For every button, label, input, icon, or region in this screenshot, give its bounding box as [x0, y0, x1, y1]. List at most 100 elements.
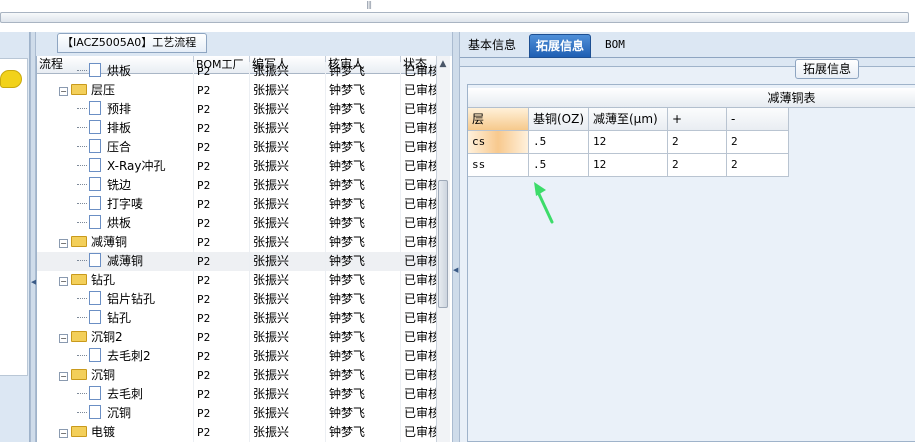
status-cell: 已审核: [401, 100, 436, 119]
table-row[interactable]: 去毛刺2 P2张振兴钟梦飞已审核: [37, 347, 436, 366]
writer-cell: 张振兴: [250, 157, 326, 176]
column-header-thin-to[interactable]: 减薄至(μm): [589, 108, 668, 131]
scroll-up-arrow-icon[interactable]: ▲: [437, 58, 449, 70]
expand-toggle-icon[interactable]: −: [59, 334, 68, 343]
flow-cell: − 沉铜: [37, 366, 194, 385]
table-cell[interactable]: 12: [589, 131, 668, 154]
table-row[interactable]: 预排 P2张振兴钟梦飞已审核: [37, 100, 436, 119]
expand-toggle-icon[interactable]: −: [59, 372, 68, 381]
column-header-plus[interactable]: +: [668, 108, 727, 131]
status-cell: 已审核: [401, 404, 436, 423]
table-row[interactable]: 排板 P2张振兴钟梦飞已审核: [37, 119, 436, 138]
table-row[interactable]: − 沉铜2 P2张振兴钟梦飞已审核: [37, 328, 436, 347]
bom-cell: P2: [194, 290, 250, 309]
table-row[interactable]: 烘板 P2张振兴钟梦飞已审核: [37, 62, 436, 81]
flow-label: 钻孔: [107, 311, 132, 325]
table-cell[interactable]: .5: [529, 154, 589, 177]
section-caption: 拓展信息: [795, 59, 859, 79]
collapse-arrow-icon[interactable]: ◀: [453, 265, 459, 275]
checker-cell: 钟梦飞: [326, 176, 401, 195]
bom-cell: P2: [194, 119, 250, 138]
table-cell[interactable]: 2: [727, 131, 789, 154]
flow-cell: 铣边: [37, 176, 194, 195]
folder-icon: [71, 369, 87, 380]
expand-toggle-icon[interactable]: −: [59, 87, 68, 96]
left-pane-content: [0, 58, 28, 376]
tab-extended-info[interactable]: 拓展信息: [529, 34, 592, 58]
expand-toggle-icon[interactable]: −: [59, 277, 68, 286]
tree-connector: [77, 412, 87, 413]
flow-label: 打字唛: [107, 197, 144, 211]
flow-label: 减薄铜: [91, 235, 128, 249]
scrollbar-thumb[interactable]: [438, 180, 448, 308]
folder-icon: [71, 426, 87, 437]
tab-bom[interactable]: BOM: [599, 34, 631, 58]
file-icon: [89, 348, 101, 362]
table-cell[interactable]: .5: [529, 131, 589, 154]
table-row[interactable]: 打字唛 P2张振兴钟梦飞已审核: [37, 195, 436, 214]
column-header-base-copper[interactable]: 基铜(OZ): [529, 108, 589, 131]
table-row[interactable]: 压合 P2张振兴钟梦飞已审核: [37, 138, 436, 157]
table-row[interactable]: − 钻孔 P2张振兴钟梦飞已审核: [37, 271, 436, 290]
table-row[interactable]: 钻孔 P2张振兴钟梦飞已审核: [37, 309, 436, 328]
table-row[interactable]: X-Ray冲孔 P2张振兴钟梦飞已审核: [37, 157, 436, 176]
table-cell[interactable]: ss: [468, 154, 529, 177]
table-cell[interactable]: 2: [668, 154, 727, 177]
flow-cell: X-Ray冲孔: [37, 157, 194, 176]
table-row[interactable]: − 减薄铜 P2张振兴钟梦飞已审核: [37, 233, 436, 252]
bom-cell: P2: [194, 328, 250, 347]
horizontal-splitter-bar[interactable]: [0, 12, 909, 23]
table-row[interactable]: 铝片钻孔 P2张振兴钟梦飞已审核: [37, 290, 436, 309]
bom-cell: P2: [194, 271, 250, 290]
table-row[interactable]: 去毛刺 P2张振兴钟梦飞已审核: [37, 385, 436, 404]
bom-cell: P2: [194, 309, 250, 328]
table-cell[interactable]: cs: [468, 131, 529, 154]
flow-cell: − 层压: [37, 81, 194, 100]
tab-basic-info[interactable]: 基本信息: [462, 34, 522, 58]
checker-cell: 钟梦飞: [326, 404, 401, 423]
flow-cell: − 钻孔: [37, 271, 194, 290]
tree-connector: [77, 222, 87, 223]
status-cell: 已审核: [401, 271, 436, 290]
process-panel-tab[interactable]: 【IACZ5005A0】工艺流程: [57, 33, 207, 53]
checker-cell: 钟梦飞: [326, 366, 401, 385]
file-icon: [89, 291, 101, 305]
middle-splitter[interactable]: [452, 32, 460, 442]
status-cell: 已审核: [401, 423, 436, 442]
app-window: ||| ◀ 【IACZ5005A0】工艺流程 流程 BOM工厂 编写人 核审人 …: [0, 0, 915, 442]
checker-cell: 钟梦飞: [326, 100, 401, 119]
table-cell[interactable]: 12: [589, 154, 668, 177]
checker-cell: 钟梦飞: [326, 214, 401, 233]
writer-cell: 张振兴: [250, 309, 326, 328]
flow-label: 沉铜: [91, 368, 116, 382]
collapse-arrow-icon[interactable]: ◀: [31, 277, 36, 287]
status-cell: 已审核: [401, 62, 436, 81]
writer-cell: 张振兴: [250, 271, 326, 290]
tree-connector: [77, 355, 87, 356]
table-row[interactable]: − 层压 P2张振兴钟梦飞已审核: [37, 81, 436, 100]
flow-label: 沉铜: [107, 406, 132, 420]
flow-cell: 烘板: [37, 214, 194, 233]
checker-cell: 钟梦飞: [326, 328, 401, 347]
chat-bubble-icon[interactable]: [0, 70, 22, 88]
expand-toggle-icon[interactable]: −: [59, 429, 68, 438]
table-cell[interactable]: 2: [727, 154, 789, 177]
flow-label: X-Ray冲孔: [107, 159, 166, 173]
writer-cell: 张振兴: [250, 423, 326, 442]
column-header-minus[interactable]: -: [727, 108, 789, 131]
table-row[interactable]: − 电镀 P2张振兴钟梦飞已审核: [37, 423, 436, 442]
column-header-layer[interactable]: 层: [468, 108, 529, 131]
table-row[interactable]: − 沉铜 P2张振兴钟梦飞已审核: [37, 366, 436, 385]
flow-cell: 钻孔: [37, 309, 194, 328]
table-row[interactable]: 烘板 P2张振兴钟梦飞已审核: [37, 214, 436, 233]
table-row[interactable]: 沉铜 P2张振兴钟梦飞已审核: [37, 404, 436, 423]
status-cell: 已审核: [401, 328, 436, 347]
table-cell[interactable]: 2: [668, 131, 727, 154]
tree-connector: [77, 70, 87, 71]
table-row[interactable]: 铣边 P2张振兴钟梦飞已审核: [37, 176, 436, 195]
writer-cell: 张振兴: [250, 252, 326, 271]
flow-cell: − 减薄铜: [37, 233, 194, 252]
table-row[interactable]: 减薄铜 P2张振兴钟梦飞已审核: [37, 252, 436, 271]
bom-cell: P2: [194, 385, 250, 404]
expand-toggle-icon[interactable]: −: [59, 239, 68, 248]
